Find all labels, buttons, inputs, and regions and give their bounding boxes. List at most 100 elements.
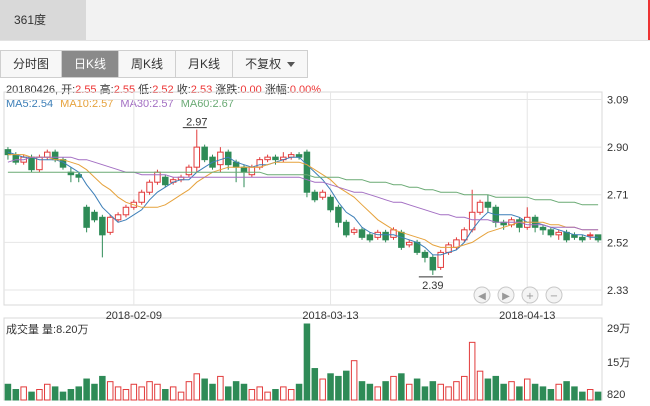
volume-bar bbox=[177, 391, 185, 401]
volume-bar bbox=[437, 383, 444, 401]
candle-body bbox=[461, 229, 468, 241]
candle-body bbox=[453, 239, 460, 248]
volume-bar bbox=[531, 383, 539, 401]
volume-bar bbox=[248, 389, 256, 401]
volume-bar bbox=[295, 383, 303, 401]
volume-bar bbox=[539, 386, 547, 401]
volume-bar bbox=[75, 386, 83, 401]
candle-body bbox=[484, 201, 492, 208]
candle-body bbox=[563, 231, 570, 241]
volume-bar bbox=[169, 386, 177, 401]
volume-bar bbox=[209, 383, 216, 401]
volume-bar bbox=[280, 386, 287, 401]
volume-bar bbox=[240, 383, 248, 401]
candle-body bbox=[217, 151, 224, 166]
candle-body bbox=[405, 241, 413, 246]
candle-body bbox=[358, 229, 366, 238]
volume-bar bbox=[492, 375, 500, 401]
candle-body bbox=[106, 216, 114, 233]
volume-bar bbox=[594, 391, 602, 401]
ma-line-ma60 bbox=[7, 171, 599, 206]
volume-bar bbox=[138, 386, 145, 401]
volume-bar bbox=[516, 386, 523, 401]
price-tick-label: 3.09 bbox=[607, 95, 628, 107]
zoom-out-icon-glyph: − bbox=[550, 291, 558, 302]
candle-body bbox=[547, 229, 555, 236]
volume-bar bbox=[398, 373, 405, 401]
volume-bar bbox=[445, 386, 452, 401]
volume-bar bbox=[484, 378, 492, 401]
candle-body bbox=[240, 166, 248, 173]
volume-label: 成交量 量:8.20万 bbox=[6, 322, 89, 336]
volume-bar bbox=[287, 389, 295, 401]
volume-bar bbox=[327, 373, 334, 401]
volume-bar bbox=[162, 389, 169, 401]
candle-body bbox=[154, 171, 161, 183]
volume-bar bbox=[193, 373, 201, 401]
volume-bar bbox=[421, 386, 429, 401]
candle-body bbox=[516, 219, 523, 228]
candle-body bbox=[319, 191, 326, 198]
candle-body bbox=[201, 146, 208, 161]
candle-body bbox=[366, 234, 374, 241]
candle-body bbox=[382, 231, 389, 241]
date-tick-label: 2018-04-13 bbox=[499, 310, 555, 322]
candle-body bbox=[146, 181, 153, 193]
price-tick-label: 2.71 bbox=[607, 190, 628, 202]
candle-body bbox=[99, 216, 106, 236]
next-icon-glyph: ▶ bbox=[502, 291, 510, 302]
volume-bar bbox=[272, 389, 279, 401]
volume-bar bbox=[374, 386, 382, 401]
volume-bar bbox=[405, 383, 413, 401]
volume-bar bbox=[358, 381, 366, 401]
candle-body bbox=[445, 244, 452, 253]
ma-line-ma10 bbox=[7, 154, 599, 248]
volume-bar bbox=[67, 389, 75, 401]
candle-body bbox=[138, 191, 145, 203]
volume-tick-label: 15万 bbox=[607, 357, 630, 369]
volume-bar bbox=[523, 378, 531, 401]
price-tick-label: 2.52 bbox=[607, 237, 628, 249]
candle-body bbox=[343, 221, 350, 236]
volume-bar bbox=[500, 383, 507, 401]
candle-body bbox=[83, 206, 90, 228]
candle-body bbox=[162, 176, 169, 186]
volume-bar bbox=[311, 368, 319, 401]
candle-body bbox=[586, 234, 594, 237]
volume-bar bbox=[350, 360, 358, 401]
candle-body bbox=[350, 229, 358, 233]
volume-bar bbox=[130, 383, 138, 401]
candle-body bbox=[398, 231, 405, 248]
volume-bar bbox=[122, 389, 130, 401]
volume-bar bbox=[4, 383, 12, 401]
volume-bar bbox=[547, 389, 555, 401]
high-annotation-label: 2.97 bbox=[186, 117, 207, 129]
prev-icon-glyph: ◀ bbox=[478, 291, 486, 302]
volume-bar bbox=[91, 383, 98, 401]
volume-bar bbox=[217, 375, 224, 401]
volume-bar bbox=[508, 381, 515, 401]
candle-body bbox=[28, 156, 35, 171]
candle-body bbox=[390, 229, 397, 238]
volume-bar bbox=[12, 389, 20, 401]
candle-body bbox=[539, 226, 547, 231]
volume-bar bbox=[44, 383, 51, 401]
volume-bar bbox=[319, 378, 326, 401]
volume-bar bbox=[146, 381, 153, 401]
candle-body bbox=[122, 206, 130, 216]
volume-bar bbox=[264, 391, 271, 401]
candle-body bbox=[272, 156, 279, 161]
volume-bar bbox=[429, 381, 437, 401]
candle-body bbox=[193, 146, 201, 168]
candle-body bbox=[311, 191, 319, 201]
candle-body bbox=[44, 151, 51, 158]
volume-bar bbox=[114, 386, 122, 401]
volume-bar bbox=[201, 378, 208, 401]
volume-bar bbox=[413, 378, 421, 401]
ma-line-ma5 bbox=[7, 151, 599, 256]
volume-bar bbox=[563, 381, 570, 401]
volume-bar bbox=[154, 383, 161, 401]
date-tick-label: 2018-02-09 bbox=[106, 310, 162, 322]
price-panel-frame bbox=[3, 91, 603, 306]
kline-chart[interactable]: 3.09 2.90 2.71 2.52 2.33 2018-02-09 2018-03-13… bbox=[0, 0, 650, 406]
